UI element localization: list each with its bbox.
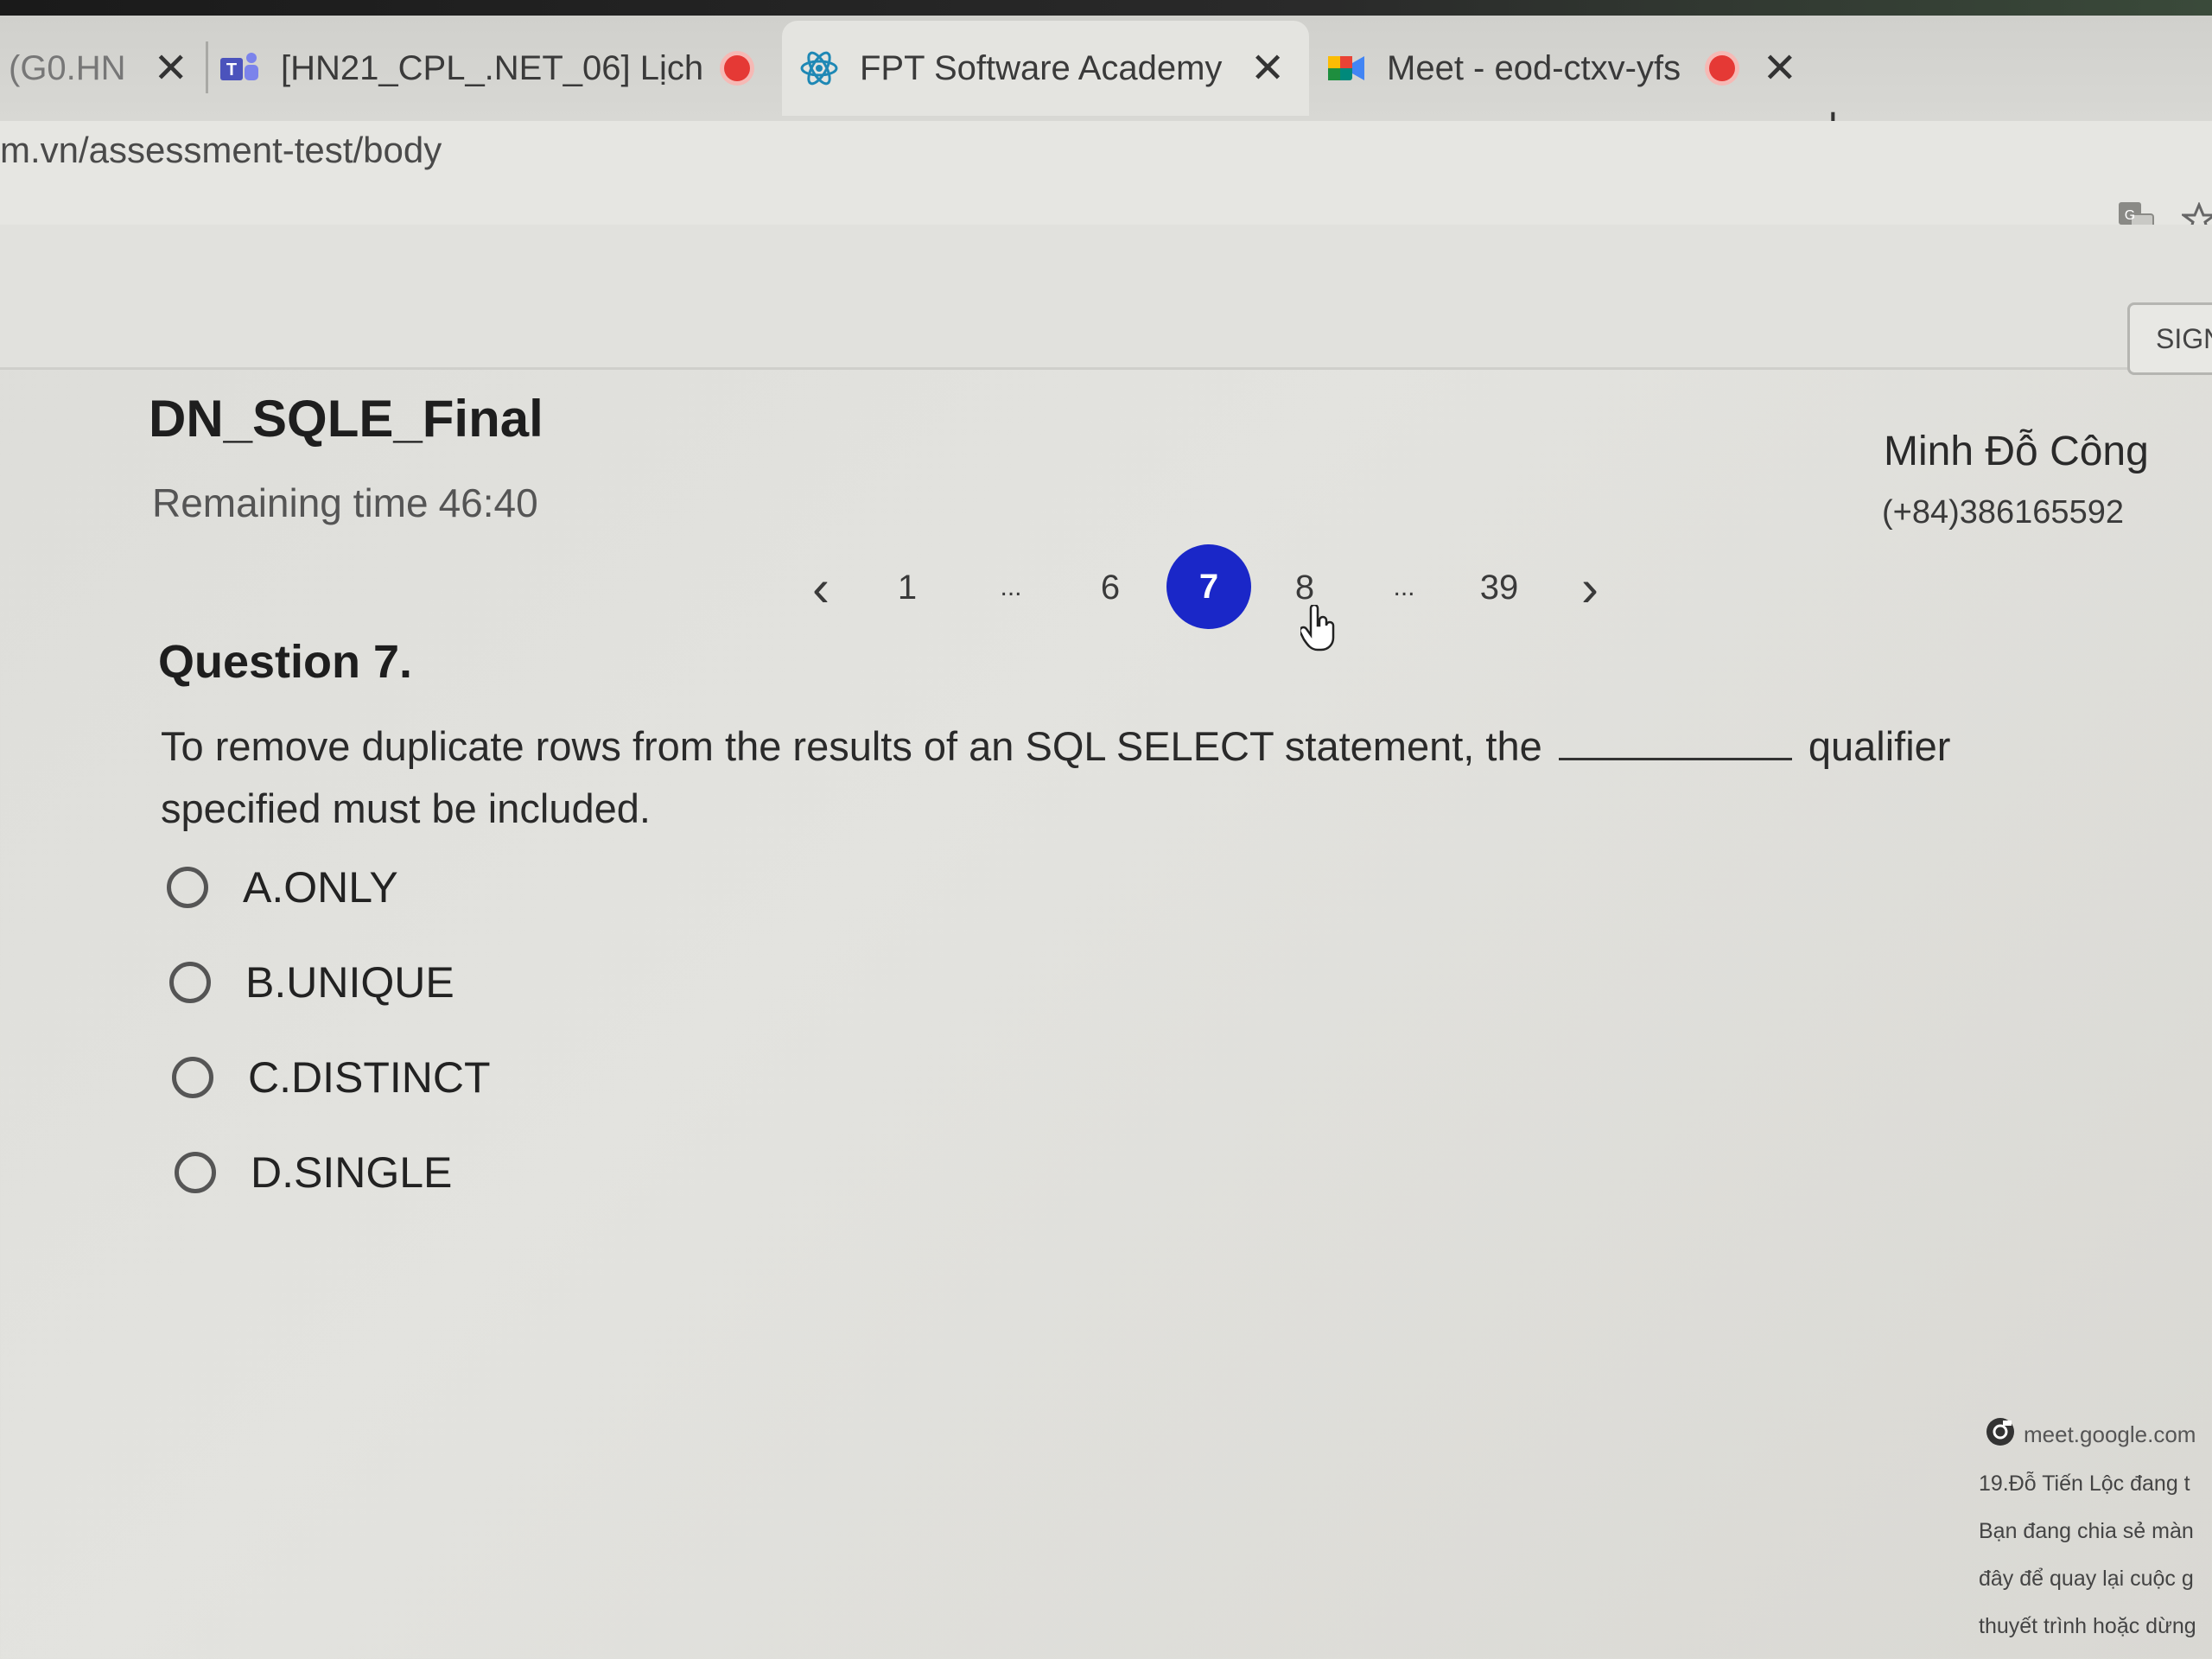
radio-button[interactable]: [172, 1057, 213, 1098]
meet-domain-row: meet.google.com: [1986, 1417, 2212, 1452]
remaining-time-value: 46:40: [438, 480, 538, 525]
remaining-time-label: Remaining time: [152, 480, 429, 525]
page-ellipsis: ...: [1393, 573, 1415, 601]
meet-icon: [1326, 48, 1366, 88]
window-edge: [0, 0, 2212, 16]
answer-option-d[interactable]: D.SINGLE: [175, 1147, 452, 1198]
radio-button[interactable]: [175, 1152, 216, 1193]
tab-teams[interactable]: T [HN21_CPL_.NET_06] Lịch ✕: [220, 21, 773, 116]
option-label: B.UNIQUE: [245, 958, 454, 1007]
option-label: D.SINGLE: [251, 1148, 453, 1197]
tab-bar: (G0.HN ✕ T [HN21_CPL_.NET_06] Lịch ✕ FPT…: [0, 0, 2212, 150]
close-icon[interactable]: ✕: [154, 44, 188, 92]
site-header: [0, 225, 2212, 370]
meet-logo-icon: [1986, 1417, 2015, 1452]
tab-g0[interactable]: (G0.HN ✕: [9, 21, 194, 116]
tab-label: [HN21_CPL_.NET_06] Lịch: [281, 48, 704, 87]
svg-text:G: G: [2125, 208, 2135, 223]
page-ellipsis: ...: [1000, 573, 1022, 601]
radio-button[interactable]: [167, 867, 208, 908]
user-name: Minh Đỗ Công: [1884, 429, 2149, 474]
answer-option-b[interactable]: B.UNIQUE: [169, 957, 454, 1007]
page-7-current[interactable]: 7: [1166, 544, 1251, 629]
tab-divider: [206, 41, 208, 93]
url-text[interactable]: m.vn/assessment-test/body: [0, 130, 442, 171]
question-pagination: ‹ 1 ... 6 7 8 ... 39 ›: [778, 544, 1624, 631]
answer-blank: [1558, 758, 1792, 760]
answer-option-c[interactable]: C.DISTINCT: [172, 1052, 491, 1103]
page-1[interactable]: 1: [881, 544, 933, 631]
prev-page-button[interactable]: ‹: [795, 544, 847, 631]
tab-meet[interactable]: Meet - eod-ctxv-yfs ✕: [1326, 21, 1797, 116]
answer-option-a[interactable]: A.ONLY: [167, 862, 398, 912]
radio-button[interactable]: [169, 962, 211, 1003]
react-icon: [799, 48, 839, 88]
question-text: To remove duplicate rows from the result…: [161, 715, 2096, 840]
share-notice-line: đây để quay lại cuộc g: [1979, 1567, 2194, 1591]
close-icon[interactable]: ✕: [1250, 44, 1285, 92]
option-label: A.ONLY: [243, 863, 398, 912]
svg-text:T: T: [226, 60, 237, 79]
meet-domain: meet.google.com: [2024, 1421, 2196, 1447]
next-page-button[interactable]: ›: [1564, 544, 1616, 631]
question-title: Question 7.: [158, 636, 413, 688]
sign-button[interactable]: SIGN: [2127, 302, 2212, 375]
hand-cursor-icon: [1299, 603, 1335, 658]
option-label: C.DISTINCT: [248, 1053, 491, 1102]
teams-icon: T: [220, 48, 260, 88]
share-notice-line: 19.Đỗ Tiến Lộc đang t: [1979, 1471, 2190, 1496]
test-title: DN_SQLE_Final: [149, 390, 543, 448]
question-text-start: To remove duplicate rows from the result…: [161, 723, 1542, 769]
close-icon[interactable]: ✕: [1763, 44, 1797, 92]
recording-icon: [1708, 55, 1735, 81]
tab-label: FPT Software Academy: [860, 48, 1223, 87]
recording-icon: [724, 55, 751, 81]
share-notice-line: Bạn đang chia sẻ màn: [1979, 1519, 2194, 1543]
share-notice-line: thuyết trình hoặc dừng: [1979, 1614, 2196, 1638]
page-6[interactable]: 6: [1084, 544, 1136, 631]
remaining-time: Remaining time 46:40: [152, 480, 538, 526]
tab-label: (G0.HN: [9, 48, 126, 87]
tab-label: Meet - eod-ctxv-yfs: [1387, 48, 1681, 87]
screen-share-notice: meet.google.com 19.Đỗ Tiến Lộc đang t Bạ…: [1979, 1417, 2212, 1659]
user-phone: (+84)386165592: [1882, 494, 2124, 531]
page-39[interactable]: 39: [1469, 544, 1529, 631]
tab-fpt-academy[interactable]: FPT Software Academy ✕: [782, 21, 1309, 116]
